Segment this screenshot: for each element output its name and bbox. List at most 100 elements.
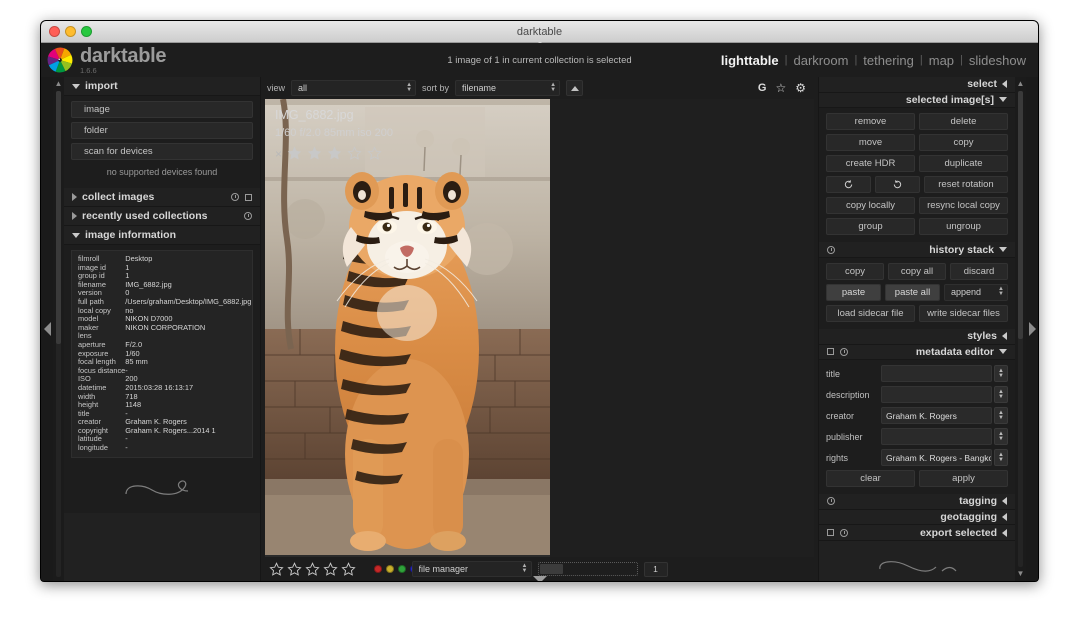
metadata-input-rights[interactable]: Graham K. Rogers - Bangkok: 2014 bbox=[881, 449, 992, 467]
chevron-updown-icon[interactable]: ▲ ▼ bbox=[994, 407, 1008, 425]
section-header-image-information[interactable]: image information bbox=[64, 226, 260, 245]
section-header-export-selected[interactable]: export selected bbox=[819, 525, 1015, 541]
scroll-thumb[interactable] bbox=[1018, 91, 1023, 339]
history-paste-mode-select[interactable]: append ▲ ▼ bbox=[944, 283, 1008, 301]
metadata-apply-button[interactable]: apply bbox=[919, 470, 1008, 488]
scroll-up-icon[interactable]: ▲ bbox=[55, 79, 63, 89]
history-paste-all-button[interactable]: paste all bbox=[885, 283, 940, 301]
presets-icon[interactable] bbox=[245, 193, 252, 201]
reset-icon[interactable] bbox=[840, 528, 848, 537]
presets-icon[interactable] bbox=[827, 529, 834, 537]
ungroup-button[interactable]: ungroup bbox=[919, 218, 1008, 236]
section-header-tagging[interactable]: tagging bbox=[819, 494, 1015, 510]
create-hdr-button[interactable]: create HDR bbox=[826, 155, 915, 173]
color-label-yellow[interactable] bbox=[386, 565, 394, 573]
star-icon-2[interactable] bbox=[287, 561, 302, 577]
section-header-geotagging[interactable]: geotagging bbox=[819, 509, 1015, 526]
view-link-slideshow[interactable]: slideshow bbox=[969, 53, 1026, 68]
zoom-level-value[interactable]: 1 bbox=[643, 561, 668, 577]
photo-tiger[interactable] bbox=[265, 99, 550, 555]
reject-icon[interactable]: × bbox=[275, 148, 282, 160]
import-image-button[interactable]: image bbox=[71, 101, 253, 118]
reset-icon[interactable] bbox=[231, 193, 239, 201]
layout-mode-select[interactable]: file manager ▲ ▼ bbox=[411, 561, 532, 577]
section-header-select[interactable]: select bbox=[819, 77, 1015, 93]
zoom-level-slider[interactable] bbox=[537, 562, 638, 576]
chevron-updown-icon[interactable]: ▲ ▼ bbox=[994, 365, 1008, 383]
star-icon-1[interactable] bbox=[287, 146, 302, 161]
copy-locally-button[interactable]: copy locally bbox=[826, 197, 915, 215]
history-paste-button[interactable]: paste bbox=[826, 283, 881, 301]
star-icon-3[interactable] bbox=[305, 561, 320, 577]
metadata-input-description[interactable] bbox=[881, 386, 992, 404]
view-link-tethering[interactable]: tethering bbox=[863, 53, 914, 68]
scroll-track[interactable] bbox=[56, 91, 61, 577]
import-folder-button[interactable]: folder bbox=[71, 122, 253, 139]
history-discard-button[interactable]: discard bbox=[950, 262, 1008, 280]
section-header-import[interactable]: import bbox=[64, 77, 260, 96]
view-filter-select[interactable]: all ▲ ▼ bbox=[291, 80, 417, 96]
reset-rotation-button[interactable]: reset rotation bbox=[924, 176, 1008, 194]
copy-button[interactable]: copy bbox=[919, 134, 1008, 152]
lighttable-grid[interactable]: IMG_6882.jpg 1/60 f/2.0 85mm iso 200 × bbox=[265, 99, 814, 557]
left-panel-collapse-handle[interactable] bbox=[41, 77, 53, 581]
section-header-selected-images[interactable]: selected image[s] bbox=[819, 92, 1015, 109]
history-copy-all-button[interactable]: copy all bbox=[888, 262, 946, 280]
scroll-thumb[interactable] bbox=[56, 91, 61, 344]
scan-for-devices-button[interactable]: scan for devices bbox=[71, 143, 253, 160]
reset-icon[interactable] bbox=[827, 245, 835, 254]
star-overlay-icon[interactable]: ☆ bbox=[775, 82, 786, 94]
section-header-history-stack[interactable]: history stack bbox=[819, 242, 1015, 258]
section-header-recently-used-collections[interactable]: recently used collections bbox=[64, 207, 260, 226]
star-icon-2[interactable] bbox=[307, 146, 322, 161]
scroll-track[interactable] bbox=[1018, 91, 1023, 567]
view-link-darkroom[interactable]: darkroom bbox=[794, 53, 849, 68]
reset-icon[interactable] bbox=[244, 212, 252, 220]
group-button[interactable]: group bbox=[826, 218, 915, 236]
star-icon-5[interactable] bbox=[341, 561, 356, 577]
reset-icon[interactable] bbox=[840, 347, 848, 356]
scroll-down-icon[interactable]: ▼ bbox=[1017, 569, 1025, 579]
history-copy-button[interactable]: copy bbox=[826, 262, 884, 280]
bottom-rating-filter[interactable] bbox=[269, 561, 356, 577]
star-icon-4[interactable] bbox=[323, 561, 338, 577]
rotate-cw-button[interactable] bbox=[875, 176, 920, 194]
right-panel-scrollbar[interactable]: ▲ ▼ bbox=[1015, 77, 1026, 581]
duplicate-button[interactable]: duplicate bbox=[919, 155, 1008, 173]
remove-button[interactable]: remove bbox=[826, 113, 915, 131]
thumbnail-rating[interactable]: × bbox=[275, 146, 393, 161]
section-header-styles[interactable]: styles bbox=[819, 328, 1015, 345]
metadata-input-creator[interactable]: Graham K. Rogers bbox=[881, 407, 992, 425]
empty-grid-cell[interactable] bbox=[550, 99, 814, 557]
move-button[interactable]: move bbox=[826, 134, 915, 152]
thumbnail-cell[interactable]: IMG_6882.jpg 1/60 f/2.0 85mm iso 200 × bbox=[265, 99, 550, 557]
star-icon-5[interactable] bbox=[367, 146, 382, 161]
write-sidecar-files-button[interactable]: write sidecar files bbox=[919, 304, 1008, 322]
left-panel-scrollbar[interactable]: ▲ bbox=[53, 77, 64, 581]
sort-direction-button[interactable] bbox=[566, 80, 584, 96]
resync-local-copy-button[interactable]: resync local copy bbox=[919, 197, 1008, 215]
load-sidecar-file-button[interactable]: load sidecar file bbox=[826, 304, 915, 322]
chevron-updown-icon[interactable]: ▲ ▼ bbox=[994, 428, 1008, 446]
section-header-metadata-editor[interactable]: metadata editor bbox=[819, 344, 1015, 361]
star-icon-1[interactable] bbox=[269, 561, 284, 577]
color-label-green[interactable] bbox=[398, 565, 406, 573]
metadata-input-publisher[interactable] bbox=[881, 428, 992, 446]
view-link-lighttable[interactable]: lighttable bbox=[721, 53, 779, 68]
metadata-clear-button[interactable]: clear bbox=[826, 470, 915, 488]
bottom-panel-collapse-arrow-icon[interactable] bbox=[532, 576, 547, 581]
reset-icon[interactable] bbox=[827, 497, 835, 506]
right-panel-collapse-handle[interactable] bbox=[1026, 77, 1038, 581]
star-icon-3[interactable] bbox=[327, 146, 342, 161]
grouping-icon[interactable]: G bbox=[758, 82, 767, 94]
scroll-up-icon[interactable]: ▲ bbox=[1017, 79, 1025, 89]
delete-button[interactable]: delete bbox=[919, 113, 1008, 131]
chevron-updown-icon[interactable]: ▲ ▼ bbox=[994, 449, 1008, 467]
view-link-map[interactable]: map bbox=[929, 53, 954, 68]
rotate-ccw-button[interactable] bbox=[826, 176, 871, 194]
sort-by-select[interactable]: filename ▲ ▼ bbox=[455, 80, 561, 96]
section-header-collect-images[interactable]: collect images bbox=[64, 188, 260, 207]
presets-icon[interactable] bbox=[827, 348, 834, 356]
chevron-updown-icon[interactable]: ▲ ▼ bbox=[994, 386, 1008, 404]
star-icon-4[interactable] bbox=[347, 146, 362, 161]
